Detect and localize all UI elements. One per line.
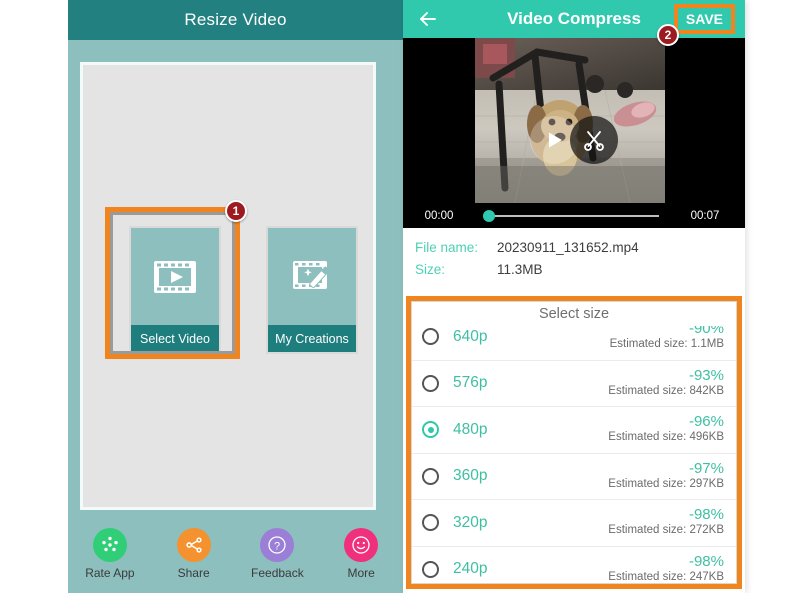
size-option-percent: -96% [688, 413, 724, 431]
annotation-badge-1: 1 [225, 200, 247, 222]
size-option-estimated: Estimated size: 247KB [608, 570, 724, 583]
size-option-details: -93% Estimated size: 842KB [608, 366, 724, 399]
size-option-estimated: Estimated size: 272KB [608, 524, 724, 537]
file-name-key: File name: [415, 240, 479, 255]
size-option-percent: -93% [688, 366, 724, 384]
video-controls [530, 116, 618, 164]
tile-grid: Select Video My Creations [83, 65, 373, 507]
radio-unselected-icon[interactable] [422, 467, 439, 485]
nav-label-feedback: Feedback [251, 566, 304, 580]
size-option-estimated: Estimated size: 1.1MB [609, 338, 724, 351]
size-option-percent: -97% [688, 459, 724, 477]
file-info-block: File name: 20230911_131652.mp4 Size: 11.… [403, 228, 745, 294]
annotation-badge-2: 2 [657, 24, 679, 46]
radio-unselected-icon[interactable] [422, 514, 439, 532]
size-option-estimated: Estimated size: 297KB [608, 477, 724, 490]
scissors-icon[interactable] [570, 116, 618, 164]
resize-video-panel: Resize Video Select Video My Creations R… [68, 0, 403, 593]
video-timeline: 00:00 00:07 [403, 203, 745, 228]
size-option-details: -98% Estimated size: 272KB [608, 507, 724, 538]
radio-unselected-icon[interactable] [422, 374, 439, 392]
film-magic-wand-icon [268, 228, 356, 325]
size-option-percent: -98% [688, 506, 724, 524]
time-start: 00:00 [424, 209, 454, 222]
share-icon [176, 528, 211, 562]
size-option-row[interactable]: 360p -97% Estimated size: 297KB [412, 454, 736, 500]
file-size-value: 11.3MB [497, 262, 543, 277]
size-option-details: -97% Estimated size: 297KB [608, 459, 724, 492]
size-option-estimated: Estimated size: 842KB [608, 384, 724, 397]
select-size-title: Select size [412, 302, 736, 326]
file-name-value: 20230911_131652.mp4 [497, 240, 639, 255]
right-panel-header: Video Compress SAVE [403, 0, 745, 38]
size-option-details: -96% Estimated size: 496KB [608, 414, 724, 445]
size-option-resolution: 240p [453, 560, 488, 578]
smiley-icon [344, 528, 379, 562]
nav-item-share[interactable]: Share [152, 528, 236, 580]
size-option-list[interactable]: 640p -90% Estimated size: 1.1MB 576p -93% Est… [412, 314, 736, 584]
file-name-row: File name: 20230911_131652.mp4 [415, 240, 745, 255]
radio-unselected-icon[interactable] [422, 328, 439, 346]
radio-unselected-icon[interactable] [422, 560, 439, 578]
my-creations-tile[interactable]: My Creations [266, 226, 358, 354]
timeline-knob[interactable] [483, 210, 495, 222]
video-compress-panel: Video Compress SAVE 00:00 00:07 File nam… [403, 0, 745, 593]
stars-icon [92, 528, 127, 562]
radio-selected-icon[interactable] [422, 421, 439, 439]
size-option-resolution: 360p [453, 467, 488, 485]
nav-label-rate-app: Rate App [85, 566, 135, 580]
size-option-row[interactable]: 480p -96% Estimated size: 496KB [412, 407, 736, 454]
size-option-percent: -98% [688, 552, 724, 570]
timeline-scrubber[interactable] [475, 203, 665, 228]
time-end: 00:07 [690, 209, 720, 222]
back-arrow-icon[interactable] [417, 8, 439, 30]
nav-label-share: Share [177, 566, 210, 580]
select-size-section: Select size 640p -90% Estimated size: 1.1M… [406, 296, 742, 589]
left-content-area: Select Video My Creations [80, 62, 376, 510]
size-option-estimated: Estimated size: 496KB [608, 431, 724, 444]
size-option-row[interactable]: 240p -98% Estimated size: 247KB [412, 547, 736, 584]
select-size-inner: Select size 640p -90% Estimated size: 1.1M… [411, 301, 737, 584]
file-size-key: Size: [415, 262, 446, 277]
size-option-resolution: 640p [453, 327, 488, 345]
file-size-row: Size: 11.3MB [415, 262, 745, 277]
size-option-resolution: 320p [453, 513, 488, 531]
size-option-row[interactable]: 576p -93% Estimated size: 842KB [412, 361, 736, 407]
screenshot-stage: Resize Video Select Video My Creations R… [0, 0, 800, 593]
size-option-row[interactable]: 320p -98% Estimated size: 272KB [412, 500, 736, 547]
nav-item-rate-app[interactable]: Rate App [68, 528, 152, 580]
size-option-resolution: 576p [453, 374, 488, 392]
save-button[interactable]: SAVE [673, 4, 735, 34]
size-option-details: -98% Estimated size: 247KB [608, 552, 724, 583]
select-video-tile[interactable]: Select Video [129, 226, 221, 354]
my-creations-label: My Creations [268, 325, 356, 352]
page-title: Resize Video [184, 10, 287, 29]
nav-label-more: More [347, 566, 375, 580]
select-video-label: Select Video [131, 325, 219, 352]
question-icon: ? [260, 528, 295, 562]
bottom-nav-bar: Rate App Share ? Feedback More [68, 515, 403, 593]
film-play-icon [131, 228, 219, 325]
nav-item-more[interactable]: More [319, 528, 403, 580]
video-preview[interactable]: 00:00 00:07 [403, 38, 745, 228]
timeline-track [483, 215, 659, 217]
svg-text:?: ? [274, 540, 280, 552]
left-panel-header: Resize Video [68, 0, 403, 40]
nav-item-feedback[interactable]: ? Feedback [236, 528, 320, 580]
size-option-resolution: 480p [453, 420, 488, 438]
